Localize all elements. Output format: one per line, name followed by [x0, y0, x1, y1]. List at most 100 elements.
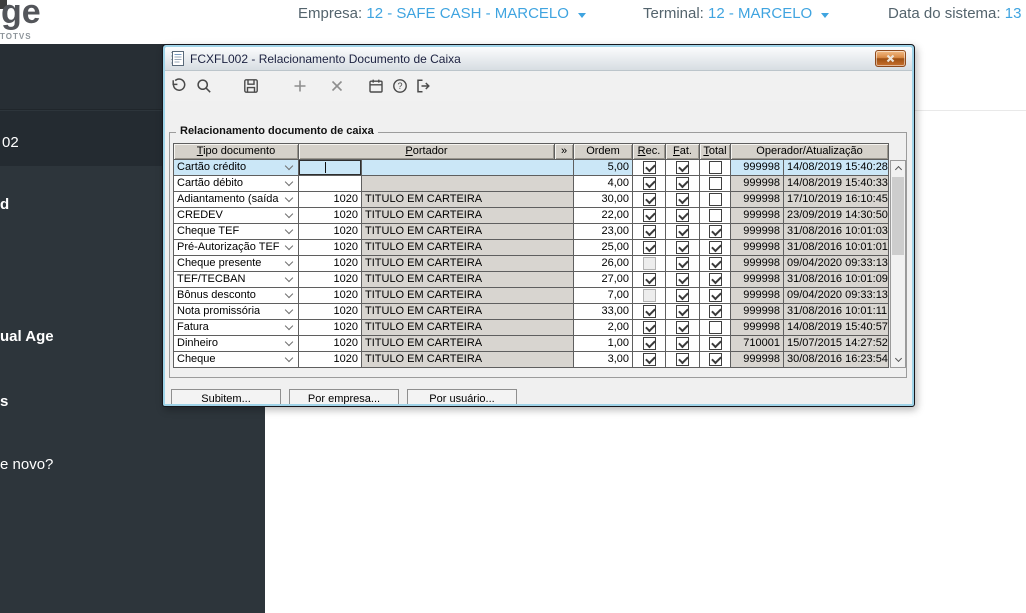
portador-codigo-cell[interactable]: 1020	[299, 288, 362, 304]
tipo-documento-cell[interactable]: Cheque	[174, 352, 299, 368]
empresa-selector[interactable]: Empresa: 12 - SAFE CASH - MARCELO	[298, 5, 587, 22]
total-checkbox-cell[interactable]	[700, 272, 731, 288]
rec-checkbox-cell[interactable]	[633, 288, 666, 304]
fat-checkbox-cell[interactable]	[666, 240, 700, 256]
col-header-tipo[interactable]: Tipo documento	[174, 144, 299, 160]
portador-nome-cell[interactable]: TITULO EM CARTEIRA	[362, 240, 574, 256]
tipo-documento-cell[interactable]: Adiantamento (saída	[174, 192, 299, 208]
ordem-cell[interactable]: 2,00	[574, 320, 633, 336]
portador-codigo-cell[interactable]: 1020	[299, 304, 362, 320]
ordem-cell[interactable]: 7,00	[574, 288, 633, 304]
rec-checkbox-cell[interactable]	[633, 320, 666, 336]
portador-nome-cell[interactable]	[362, 160, 574, 176]
portador-nome-cell[interactable]: TITULO EM CARTEIRA	[362, 304, 574, 320]
portador-nome-cell[interactable]: TITULO EM CARTEIRA	[362, 208, 574, 224]
portador-nome-cell[interactable]: TITULO EM CARTEIRA	[362, 272, 574, 288]
ordem-cell[interactable]: 3,00	[574, 352, 633, 368]
rec-checkbox-cell[interactable]	[633, 256, 666, 272]
ordem-cell[interactable]: 4,00	[574, 176, 633, 192]
tipo-documento-cell[interactable]: Cheque presente	[174, 256, 299, 272]
dropdown-chevron-icon[interactable]	[284, 193, 294, 203]
tipo-documento-cell[interactable]: TEF/TECBAN	[174, 272, 299, 288]
fat-checkbox-cell[interactable]	[666, 160, 700, 176]
col-header-ordem[interactable]: Ordem	[574, 144, 633, 160]
rec-checkbox-cell[interactable]	[633, 192, 666, 208]
ordem-cell[interactable]: 1,00	[574, 336, 633, 352]
fat-checkbox-cell[interactable]	[666, 304, 700, 320]
portador-codigo-cell[interactable]: 1020	[299, 336, 362, 352]
sidebar-item[interactable]: ual Age	[0, 328, 54, 345]
ordem-cell[interactable]: 26,00	[574, 256, 633, 272]
fat-checkbox-cell[interactable]	[666, 352, 700, 368]
por-usuario-button[interactable]: Por usuário...	[407, 389, 517, 404]
tipo-documento-cell[interactable]: Cartão débito	[174, 176, 299, 192]
col-header-operador[interactable]: Operador/Atualização	[731, 144, 889, 160]
total-checkbox-cell[interactable]	[700, 256, 731, 272]
rec-checkbox-cell[interactable]	[633, 176, 666, 192]
total-checkbox-cell[interactable]	[700, 336, 731, 352]
portador-codigo-cell[interactable]	[299, 160, 362, 176]
fat-checkbox-cell[interactable]	[666, 208, 700, 224]
dropdown-chevron-icon[interactable]	[284, 353, 294, 363]
help-icon[interactable]: ?	[391, 77, 409, 95]
total-checkbox-cell[interactable]	[700, 240, 731, 256]
fat-checkbox-cell[interactable]	[666, 176, 700, 192]
exit-icon[interactable]	[414, 77, 432, 95]
rec-checkbox-cell[interactable]	[633, 160, 666, 176]
rec-checkbox-cell[interactable]	[633, 352, 666, 368]
ordem-cell[interactable]: 23,00	[574, 224, 633, 240]
col-header-total[interactable]: Total	[700, 144, 731, 160]
fat-checkbox-cell[interactable]	[666, 272, 700, 288]
fat-checkbox-cell[interactable]	[666, 320, 700, 336]
fat-checkbox-cell[interactable]	[666, 336, 700, 352]
portador-codigo-cell[interactable]: 1020	[299, 256, 362, 272]
total-checkbox-cell[interactable]	[700, 320, 731, 336]
col-header-fat[interactable]: Fat.	[666, 144, 700, 160]
dropdown-chevron-icon[interactable]	[284, 257, 294, 267]
fat-checkbox-cell[interactable]	[666, 224, 700, 240]
portador-codigo-cell[interactable]: 1020	[299, 240, 362, 256]
dropdown-chevron-icon[interactable]	[284, 177, 294, 187]
ordem-cell[interactable]: 30,00	[574, 192, 633, 208]
terminal-selector[interactable]: Terminal: 12 - MARCELO	[643, 5, 830, 22]
portador-codigo-cell[interactable]: 1020	[299, 192, 362, 208]
scroll-up-button[interactable]	[891, 161, 905, 175]
tipo-documento-cell[interactable]: Nota promissória	[174, 304, 299, 320]
total-checkbox-cell[interactable]	[700, 352, 731, 368]
portador-nome-cell[interactable]: TITULO EM CARTEIRA	[362, 320, 574, 336]
undo-icon[interactable]	[169, 77, 187, 95]
portador-codigo-cell[interactable]: 1020	[299, 320, 362, 336]
por-empresa-button[interactable]: Por empresa...	[289, 389, 399, 404]
scrollbar-thumb[interactable]	[892, 177, 904, 255]
portador-codigo-cell[interactable]: 1020	[299, 224, 362, 240]
rec-checkbox-cell[interactable]	[633, 272, 666, 288]
terminal-value[interactable]: 12 - MARCELO	[708, 5, 812, 22]
tipo-documento-cell[interactable]: Fatura	[174, 320, 299, 336]
dropdown-chevron-icon[interactable]	[284, 225, 294, 235]
total-checkbox-cell[interactable]	[700, 176, 731, 192]
fat-checkbox-cell[interactable]	[666, 288, 700, 304]
total-checkbox-cell[interactable]	[700, 224, 731, 240]
tipo-documento-cell[interactable]: Cheque TEF	[174, 224, 299, 240]
rec-checkbox-cell[interactable]	[633, 240, 666, 256]
grid-scrollbar[interactable]	[890, 160, 906, 368]
portador-codigo-cell[interactable]: 1020	[299, 208, 362, 224]
portador-nome-cell[interactable]: TITULO EM CARTEIRA	[362, 256, 574, 272]
dropdown-chevron-icon[interactable]	[284, 161, 294, 171]
calendar-icon[interactable]	[367, 77, 385, 95]
dialog-title-bar[interactable]: FCXFL002 - Relacionamento Documento de C…	[165, 47, 912, 71]
col-header-rec[interactable]: Rec.	[633, 144, 666, 160]
portador-nome-cell[interactable]: TITULO EM CARTEIRA	[362, 192, 574, 208]
sidebar-item[interactable]: s	[0, 393, 8, 410]
save-icon[interactable]	[242, 77, 260, 95]
total-checkbox-cell[interactable]	[700, 304, 731, 320]
tipo-documento-cell[interactable]: Bônus desconto	[174, 288, 299, 304]
portador-nome-cell[interactable]: TITULO EM CARTEIRA	[362, 224, 574, 240]
dropdown-chevron-icon[interactable]	[284, 321, 294, 331]
portador-nome-cell[interactable]: TITULO EM CARTEIRA	[362, 336, 574, 352]
portador-nome-cell[interactable]: TITULO EM CARTEIRA	[362, 352, 574, 368]
dropdown-chevron-icon[interactable]	[284, 305, 294, 315]
sidebar-item[interactable]: d	[0, 196, 9, 213]
col-header-portador[interactable]: Portador	[299, 144, 555, 160]
portador-codigo-cell[interactable]	[299, 176, 362, 192]
